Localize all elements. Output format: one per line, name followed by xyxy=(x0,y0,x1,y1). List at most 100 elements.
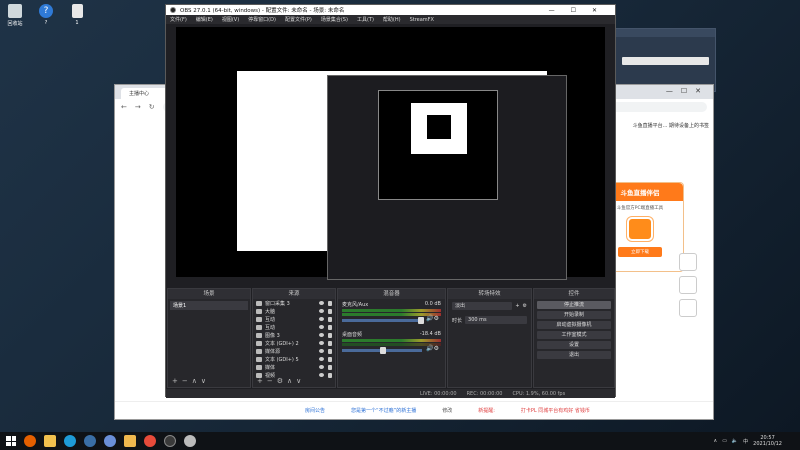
move-down-icon[interactable]: ∨ xyxy=(201,377,210,385)
desktop-icon-label: 1 xyxy=(75,20,79,26)
forward-icon[interactable]: → xyxy=(135,103,141,111)
obs-preview-canvas[interactable] xyxy=(176,27,605,280)
move-up-icon[interactable]: ∧ xyxy=(192,377,201,385)
browser-window-controls[interactable]: —☐✕ xyxy=(666,87,709,95)
side-gift-icon[interactable] xyxy=(679,299,697,317)
close-button[interactable]: ✕ xyxy=(592,7,613,14)
move-up-icon[interactable]: ∧ xyxy=(287,377,296,385)
add-icon[interactable]: + xyxy=(257,377,267,385)
obs-icon[interactable] xyxy=(164,435,176,447)
volume-slider[interactable] xyxy=(342,317,424,324)
exit-button[interactable]: 退出 xyxy=(537,351,611,359)
minimize-button[interactable]: — xyxy=(549,7,571,14)
obs-window[interactable]: OBS 27.0.1 (64-bit, windows) - 配置文件: 未命名… xyxy=(165,4,616,398)
lock-icon[interactable] xyxy=(328,324,332,330)
lock-icon[interactable] xyxy=(328,364,332,370)
maximize-button[interactable]: ☐ xyxy=(571,7,592,14)
visibility-icon[interactable] xyxy=(319,301,324,305)
lock-icon[interactable] xyxy=(328,348,332,354)
settings-icon[interactable]: ⚙ xyxy=(277,377,287,385)
menu-view[interactable]: 视图(V) xyxy=(222,16,239,23)
stop-streaming-button[interactable]: 停止推流 xyxy=(537,301,611,309)
source-item[interactable]: 媒体 xyxy=(253,363,335,371)
desktop-icon-file[interactable]: 1 xyxy=(64,4,90,26)
settings-button[interactable]: 设置 xyxy=(537,341,611,349)
source-item[interactable]: 文本 (GDI+) 5 xyxy=(253,355,335,363)
source-item[interactable]: 互动 xyxy=(253,315,335,323)
add-icon[interactable]: + xyxy=(172,377,182,385)
clock[interactable]: 20:57 2021/10/12 xyxy=(753,435,782,447)
transition-select[interactable]: 淡出 xyxy=(452,302,513,310)
file-explorer-icon[interactable] xyxy=(44,435,56,447)
scenes-toolbar[interactable]: +−∧∨ xyxy=(172,377,210,385)
visibility-icon[interactable] xyxy=(319,333,324,337)
steam-icon[interactable] xyxy=(84,435,96,447)
remove-icon[interactable]: − xyxy=(182,377,192,385)
transition-settings-icon[interactable]: ⚙ xyxy=(523,303,527,309)
tray-arrow-icon[interactable]: ∧ xyxy=(714,438,718,444)
sources-toolbar[interactable]: +−⚙∧∨ xyxy=(257,377,305,385)
source-item[interactable]: 互动 xyxy=(253,323,335,331)
visibility-icon[interactable] xyxy=(319,373,324,377)
visibility-icon[interactable] xyxy=(319,341,324,345)
duration-input[interactable]: 300 ms xyxy=(465,316,527,324)
menu-scene-collection[interactable]: 场景集合(S) xyxy=(321,16,348,23)
lock-icon[interactable] xyxy=(328,356,332,362)
reload-icon[interactable]: ↻ xyxy=(149,103,155,111)
visibility-icon[interactable] xyxy=(319,349,324,353)
folder-icon[interactable] xyxy=(124,435,136,447)
source-item[interactable]: 媒体源 xyxy=(253,347,335,355)
volume-slider-handle[interactable] xyxy=(380,347,386,354)
download-button[interactable]: 立即下载 xyxy=(618,247,662,257)
visibility-icon[interactable] xyxy=(319,317,324,321)
scene-item[interactable]: 场景1 xyxy=(170,301,248,310)
visibility-icon[interactable] xyxy=(319,325,324,329)
douyu-icon[interactable] xyxy=(144,435,156,447)
start-recording-button[interactable]: 开始录制 xyxy=(537,311,611,319)
menu-tools[interactable]: 工具(T) xyxy=(357,16,374,23)
edge-icon[interactable] xyxy=(64,435,76,447)
ime-indicator[interactable]: 中 xyxy=(743,438,748,445)
lock-icon[interactable] xyxy=(328,300,332,306)
back-icon[interactable]: ← xyxy=(121,103,127,111)
menu-edit[interactable]: 编辑(E) xyxy=(196,16,213,23)
lock-icon[interactable] xyxy=(328,316,332,322)
menu-help[interactable]: 帮助(H) xyxy=(383,16,401,23)
visibility-icon[interactable] xyxy=(319,309,324,313)
move-down-icon[interactable]: ∨ xyxy=(296,377,305,385)
speaker-icon[interactable]: 🔊⚙ xyxy=(426,315,439,322)
source-item[interactable]: 图像 3 xyxy=(253,331,335,339)
source-item[interactable]: 窗口采集 3 xyxy=(253,299,335,307)
network-icon[interactable]: ▭ xyxy=(722,438,727,444)
remove-icon[interactable]: − xyxy=(267,377,277,385)
desktop-icon-help[interactable]: ? ? xyxy=(33,4,59,26)
desktop-icon-recycle-bin[interactable]: 回收站 xyxy=(2,4,28,27)
volume-slider-handle[interactable] xyxy=(418,317,424,324)
menu-streamfx[interactable]: StreamFX xyxy=(410,17,434,23)
source-item[interactable]: 大脑 xyxy=(253,307,335,315)
firefox-icon[interactable] xyxy=(24,435,36,447)
menu-docks[interactable]: 停靠窗口(D) xyxy=(248,16,276,23)
speaker-icon[interactable]: 🔊⚙ xyxy=(426,345,439,352)
chrome-icon[interactable] xyxy=(184,435,196,447)
lock-icon[interactable] xyxy=(328,340,332,346)
visibility-icon[interactable] xyxy=(319,357,324,361)
side-home-icon[interactable] xyxy=(679,276,697,294)
volume-slider[interactable] xyxy=(342,347,422,354)
qq-icon[interactable] xyxy=(104,435,116,447)
obs-window-controls[interactable]: —☐✕ xyxy=(549,7,615,14)
lock-icon[interactable] xyxy=(328,372,332,378)
visibility-icon[interactable] xyxy=(319,365,324,369)
volume-icon[interactable]: 🔈 xyxy=(732,438,738,444)
add-transition-icon[interactable]: + xyxy=(515,303,519,309)
source-item[interactable]: 文本 (GDI+) 2 xyxy=(253,339,335,347)
menu-file[interactable]: 文件(F) xyxy=(170,16,187,23)
windows-start-icon[interactable] xyxy=(6,436,16,446)
lock-icon[interactable] xyxy=(328,332,332,338)
menu-profile[interactable]: 配置文件(P) xyxy=(285,16,312,23)
start-virtual-camera-button[interactable]: 启动虚拟摄像机 xyxy=(537,321,611,329)
side-rotate-icon[interactable] xyxy=(679,253,697,271)
edit-link[interactable]: 修改 xyxy=(442,407,452,414)
lock-icon[interactable] xyxy=(328,308,332,314)
studio-mode-button[interactable]: 工作室模式 xyxy=(537,331,611,339)
